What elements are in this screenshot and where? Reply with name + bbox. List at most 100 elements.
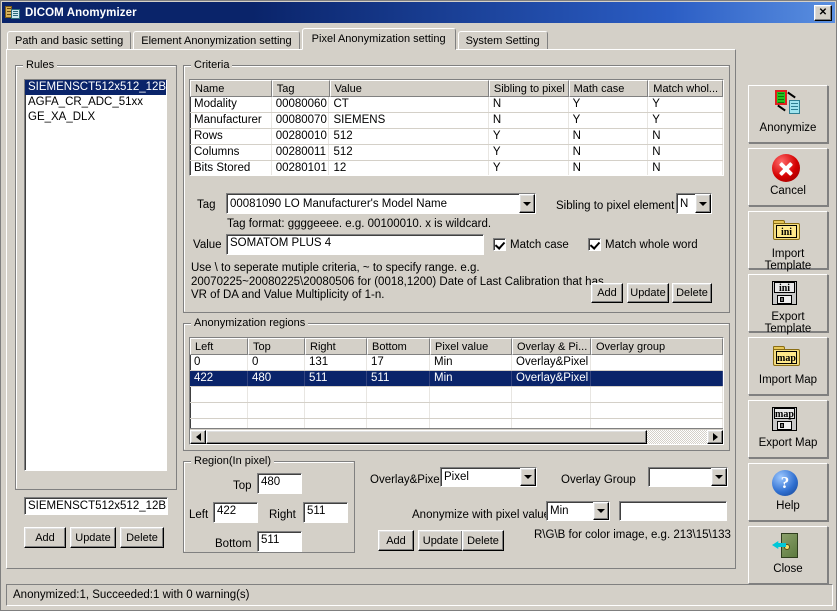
table-row[interactable]: Manufacturer 00080070 SIEMENS N Y Y [190,113,723,129]
checkbox-box[interactable] [588,238,601,251]
table-row[interactable] [190,387,723,403]
help-button[interactable]: ? Help [748,463,828,521]
scroll-track[interactable] [206,429,707,444]
rule-add-button[interactable]: Add [24,527,66,548]
checkbox-box[interactable] [493,238,506,251]
region-bottom-input[interactable]: 511 [257,531,302,552]
overlay-group-combo[interactable] [648,467,728,487]
chevron-down-icon[interactable] [520,468,536,486]
anonymize-pixel-value: Min [550,505,569,517]
tab-path-and-basic-setting[interactable]: Path and basic setting [7,31,132,50]
chevron-down-icon[interactable] [519,194,535,213]
anonymize-icon [772,90,804,120]
import-template-icon: ini [772,216,804,246]
value-label: Value [193,239,222,251]
rule-update-button[interactable]: Update [70,527,116,548]
column-header-left[interactable]: Left [190,338,248,355]
status-text: Anonymized:1, Succeeded:1 with 0 warning… [13,589,250,601]
table-row[interactable]: 422 480 511 511 Min Overlay&Pixel [190,371,723,387]
table-row[interactable]: 0 0 131 17 Min Overlay&Pixel [190,355,723,371]
column-header-overlay-group[interactable]: Overlay group [591,338,723,355]
column-header-match-whole[interactable]: Match whol... [648,80,723,97]
close-button[interactable]: Close [748,526,828,584]
rgb-value-input[interactable] [619,501,727,521]
tab-element-anonymization-setting[interactable]: Element Anonymization setting [133,31,300,50]
sibling-to-pixel-combo[interactable]: N [676,193,712,214]
value-input[interactable]: SOMATOM PLUS 4 [226,234,484,255]
cancel-button[interactable]: Cancel [748,148,828,206]
export-template-button[interactable]: ini Export Template [748,274,828,335]
cell-right: 511 [305,371,367,386]
region-top-input[interactable]: 480 [257,473,302,494]
table-row[interactable]: Columns 00280011 512 Y N N [190,145,723,161]
criteria-add-button[interactable]: Add [591,283,623,303]
criteria-grid[interactable]: Name Tag Value Sibling to pixel Math cas… [189,79,724,176]
scroll-left-button[interactable] [190,429,206,444]
overlay-pixel-combo[interactable]: Pixel [440,467,537,487]
anonymize-pixel-value-combo[interactable]: Min [546,501,610,521]
table-row[interactable] [190,403,723,419]
list-item[interactable]: AGFA_CR_ADC_51xx [25,95,166,110]
criteria-usage-hint: Use \ to seperate mutiple criteria, ~ to… [191,262,604,301]
anonymize-button[interactable]: Anonymize [748,85,828,143]
regions-horizontal-scrollbar[interactable] [190,428,723,444]
region-add-button[interactable]: Add [378,530,414,551]
criteria-update-button[interactable]: Update [627,283,669,303]
cell-sibling: N [489,97,569,112]
cell-pixel-value: Min [430,371,512,386]
import-template-button[interactable]: ini Import Template [748,211,828,272]
title-bar: DICOM Anomymizer ✕ [2,2,835,23]
cell-tag: 00280011 [272,145,330,160]
tag-combo[interactable]: 00081090 LO Manufacturer's Model Name [226,193,536,214]
cell-top: 0 [248,355,305,370]
tab-system-setting[interactable]: System Setting [457,31,548,50]
export-template-icon: ini [772,279,804,309]
column-header-bottom[interactable]: Bottom [367,338,430,355]
column-header-tag[interactable]: Tag [271,80,330,97]
cell-math-case: Y [569,97,649,112]
rule-delete-button[interactable]: Delete [120,527,164,548]
match-whole-word-checkbox[interactable]: Match whole word [588,238,698,251]
column-header-pixel-value[interactable]: Pixel value [430,338,512,355]
scroll-right-button[interactable] [707,429,723,444]
column-header-name[interactable]: Name [190,80,272,97]
cell-sibling: Y [489,145,569,160]
chevron-down-icon[interactable] [593,502,609,520]
column-header-sibling-to-pixel[interactable]: Sibling to pixel [488,80,569,97]
region-right-input[interactable]: 511 [303,502,348,523]
table-row[interactable]: Modality 00080060 CT N Y Y [190,97,723,113]
region-in-pixel-title: Region(In pixel) [191,455,275,467]
match-case-checkbox[interactable]: Match case [493,238,569,251]
table-row[interactable]: Bits Stored 00280101 12 Y N N [190,161,723,175]
scroll-thumb[interactable] [206,429,647,444]
rule-name-input[interactable]: SIEMENSCT512x512_12B [24,497,168,515]
cell-match-whole: Y [648,97,723,112]
regions-grid[interactable]: Left Top Right Bottom Pixel value Overla… [189,337,724,445]
region-update-button[interactable]: Update [418,530,463,551]
tab-pixel-anonymization-setting[interactable]: Pixel Anonymization setting [301,28,456,50]
list-item[interactable]: GE_XA_DLX [25,110,166,125]
cell-math-case: N [569,129,649,144]
overlay-pixel-label: Overlay&Pixel [370,474,443,486]
region-delete-button[interactable]: Delete [462,530,504,551]
column-header-overlay-pixel[interactable]: Overlay & Pi... [512,338,591,355]
chevron-down-icon[interactable] [695,194,711,213]
export-map-button[interactable]: map Export Map [748,400,828,458]
close-window-button[interactable]: ✕ [814,4,832,21]
cell-name: Rows [190,129,272,144]
column-header-value[interactable]: Value [329,80,489,97]
import-map-button[interactable]: map Import Map [748,337,828,395]
criteria-delete-button[interactable]: Delete [672,283,712,303]
chevron-down-icon[interactable] [711,468,727,486]
column-header-top[interactable]: Top [248,338,305,355]
sibling-to-pixel-label: Sibling to pixel element [556,200,675,212]
table-row[interactable]: Rows 00280010 512 Y N N [190,129,723,145]
disk-badge-text: ini [774,282,795,294]
region-left-input[interactable]: 422 [213,502,258,523]
rules-listbox[interactable]: SIEMENSCT512x512_12B AGFA_CR_ADC_51xx GE… [24,79,167,471]
cell-name: Columns [190,145,272,160]
list-item[interactable]: SIEMENSCT512x512_12B [25,80,166,95]
column-header-right[interactable]: Right [305,338,367,355]
cell-math-case: N [569,145,649,160]
column-header-math-case[interactable]: Math case [568,80,649,97]
